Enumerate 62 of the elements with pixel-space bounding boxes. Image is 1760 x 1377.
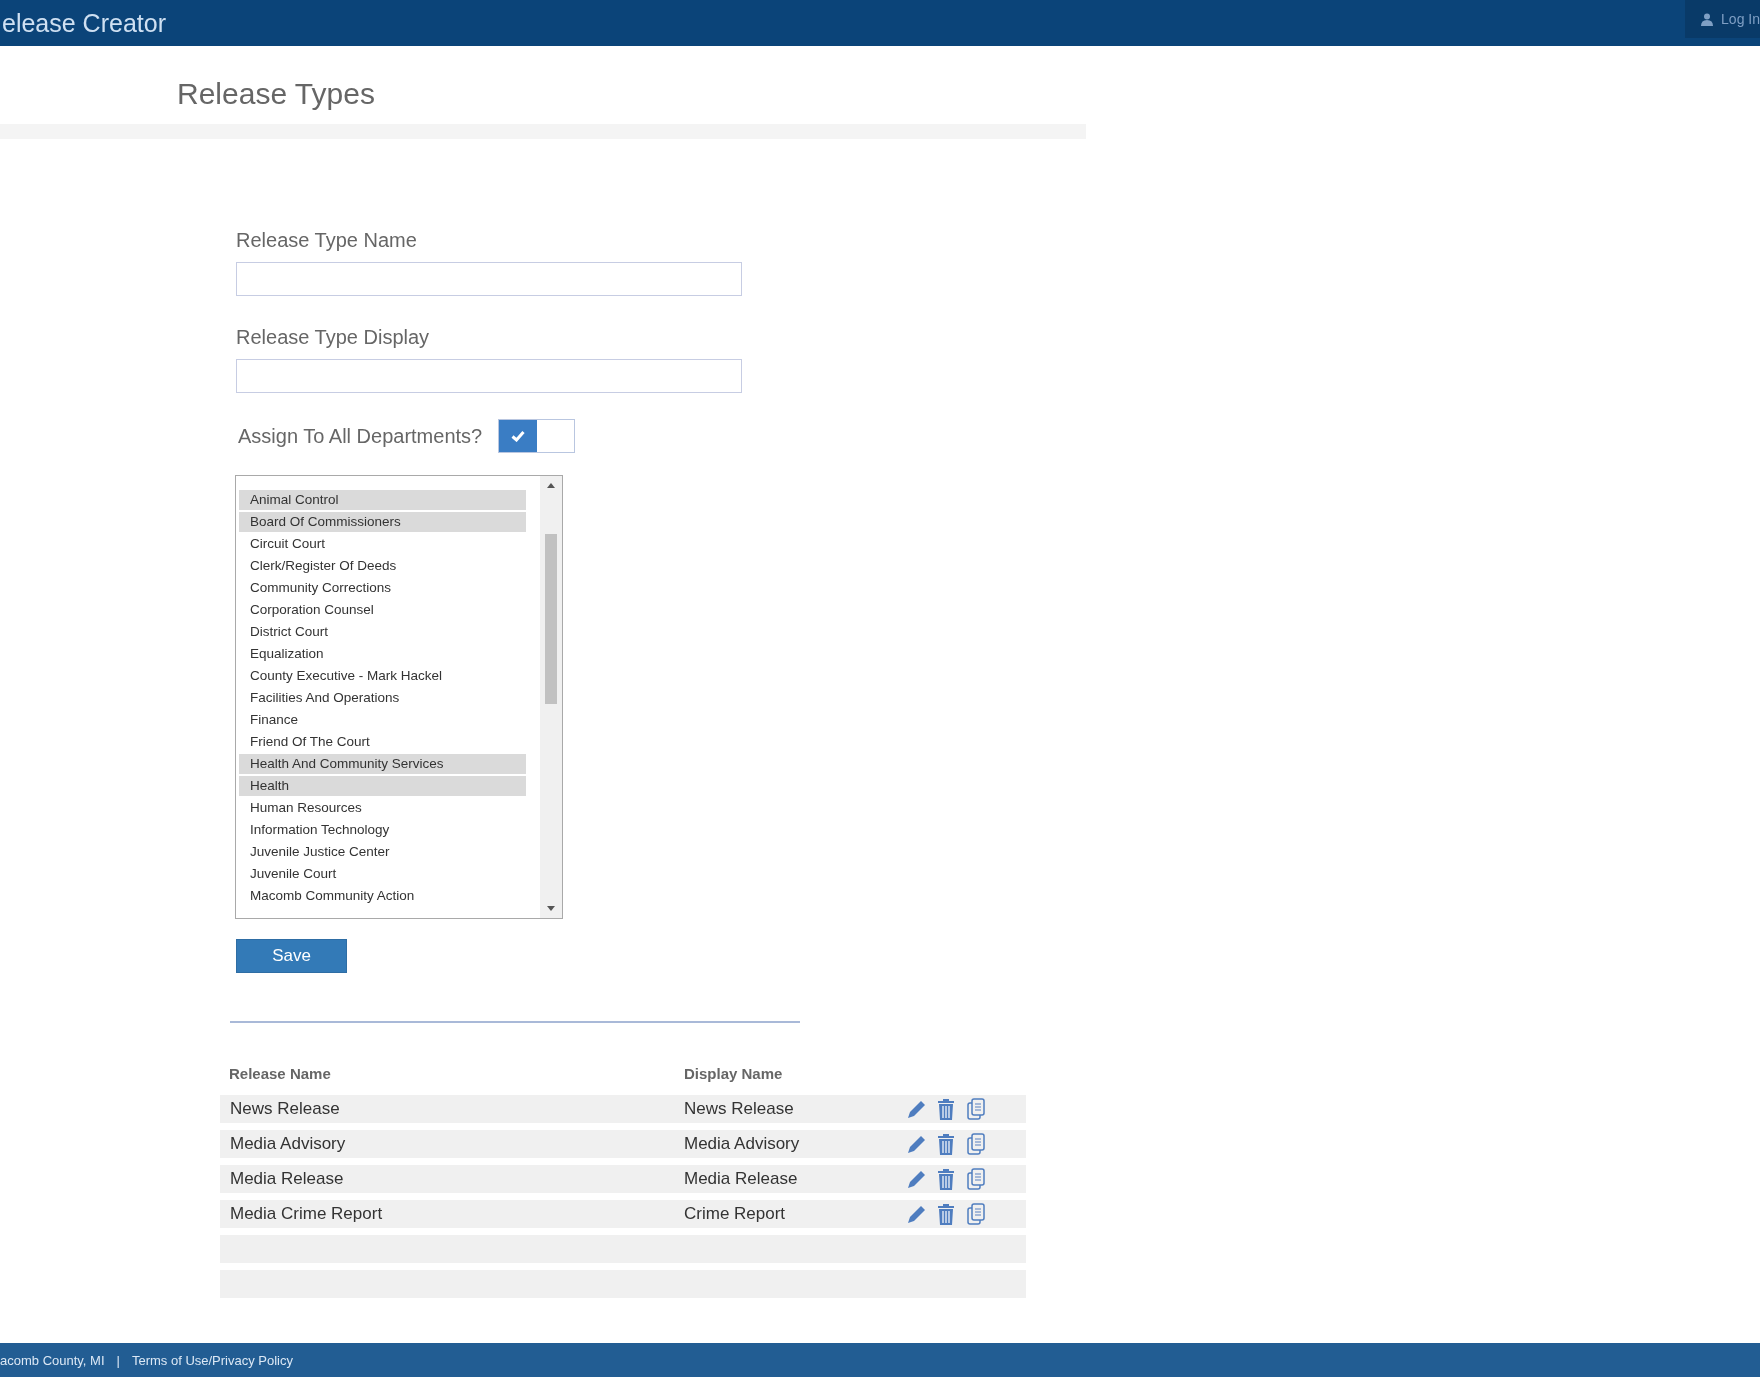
list-item[interactable]: Macomb Community Action [239,886,526,906]
list-item[interactable]: Board Of Commissioners [239,512,526,532]
scrollbar[interactable] [540,476,562,918]
toggle-switch[interactable] [498,419,576,453]
list-item[interactable]: Finance [239,710,526,730]
scroll-down-icon[interactable] [547,906,555,912]
table-cell-text: Media Release [684,1169,799,1189]
list-item[interactable]: Information Technology [239,820,526,840]
pencil-icon[interactable] [906,1098,926,1120]
check-box[interactable] [499,420,538,452]
table-cell-text: News Release [684,1099,795,1119]
copy-icon[interactable] [966,1098,986,1120]
table-cell-text: Crime Report [684,1204,787,1224]
trash-icon[interactable] [936,1168,956,1190]
trash-icon[interactable] [936,1203,956,1225]
footer-separator: | [116,1352,120,1368]
list-item[interactable]: Juvenile Justice Center [239,842,526,862]
scroll-up-icon[interactable] [547,482,555,488]
list-item[interactable]: District Court [239,622,526,642]
login-link[interactable]: Log In [1685,0,1760,38]
terms-link[interactable]: Terms of Use/Privacy Policy [131,1352,293,1368]
input-field[interactable] [236,359,742,393]
copy-icon[interactable] [966,1168,986,1190]
list-item[interactable]: Health [239,776,526,796]
table-cell-text: News Release [229,1099,341,1119]
list-item[interactable]: Friend Of The Court [239,732,526,752]
pencil-icon[interactable] [906,1133,926,1155]
pencil-icon[interactable] [906,1168,926,1190]
user-icon [1701,12,1714,26]
field-label: Release Type Name [236,229,418,252]
list-item[interactable]: Corporation Counsel [239,600,526,620]
table-cell-text: Media Release [229,1169,345,1189]
footer-text: acomb County, MI [0,1352,105,1368]
list-item[interactable]: Circuit Court [239,534,526,554]
app-title: elease Creator [1,8,166,38]
trash-icon[interactable] [936,1098,956,1120]
table-cell-text: Media Advisory [229,1134,347,1154]
trash-icon[interactable] [936,1133,956,1155]
list-item[interactable]: Equalization [239,644,526,664]
list-item[interactable]: Juvenile Court [239,864,526,884]
copy-icon[interactable] [966,1203,986,1225]
department-listbox[interactable] [235,475,563,919]
input-field[interactable] [236,262,742,296]
field-label: Release Type Display [236,326,431,349]
field-label: Assign To All Departments? [238,424,483,448]
list-item[interactable]: Facilities And Operations [239,688,526,708]
page-title: Release Types [177,76,376,112]
table-cell-text: Media Advisory [684,1134,801,1154]
table-cell-text: Media Crime Report [229,1204,384,1224]
list-item[interactable]: County Executive - Mark Hackel [239,666,526,686]
list-item[interactable]: Human Resources [239,798,526,818]
check-icon [511,430,526,442]
list-item[interactable]: Clerk/Register Of Deeds [239,556,526,576]
list-item[interactable]: Animal Control [239,490,526,510]
save-button[interactable]: Save [236,939,347,973]
list-item[interactable]: Community Corrections [239,578,526,598]
column-header: Display Name [684,1064,783,1082]
pencil-icon[interactable] [906,1203,926,1225]
list-item[interactable]: Health And Community Services [239,754,526,774]
scroll-thumb[interactable] [545,534,557,704]
copy-icon[interactable] [966,1133,986,1155]
column-header: Release Name [228,1064,332,1082]
